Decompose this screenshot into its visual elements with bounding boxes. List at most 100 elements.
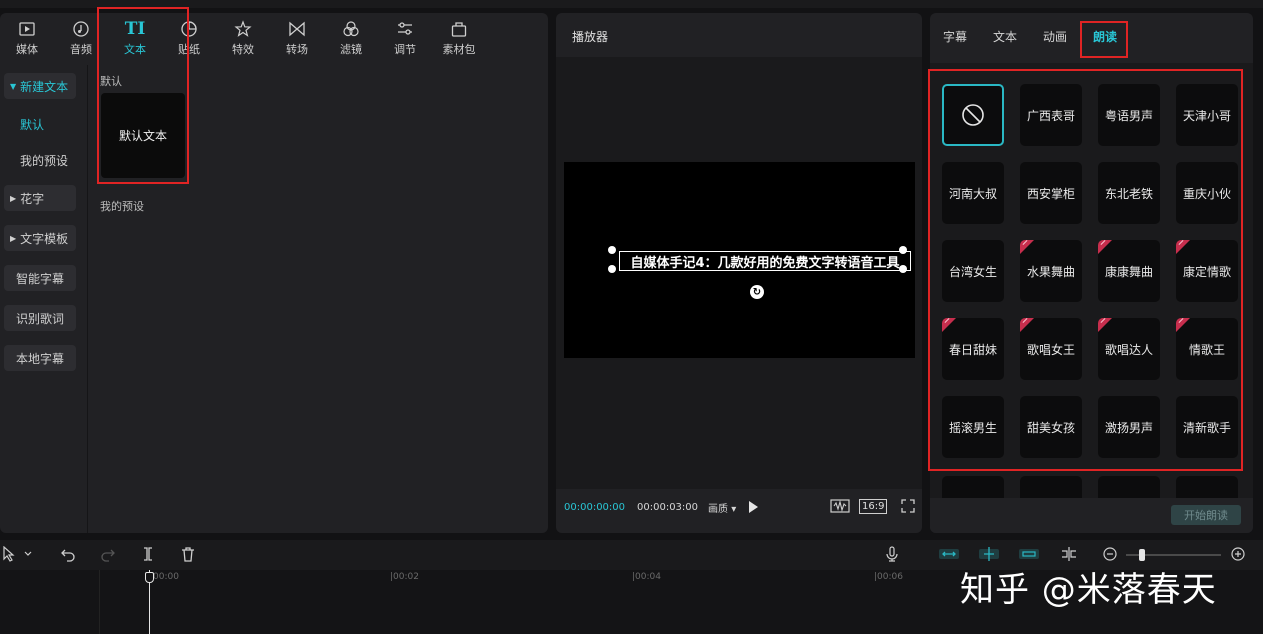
tool-asset-pack-label: 素材包: [442, 42, 476, 56]
voice-card[interactable]: 粤语男声: [1098, 84, 1160, 146]
voice-card[interactable]: 情歌王: [1176, 318, 1238, 380]
voice-card[interactable]: 天津小哥: [1176, 84, 1238, 146]
new-badge-icon: [1176, 240, 1190, 254]
resize-handle[interactable]: [608, 246, 616, 254]
transition-icon: [289, 21, 305, 36]
voice-card[interactable]: 台湾女生: [942, 240, 1004, 302]
player-panel: 播放器 自媒体手记4：几款好用的免费文字转语音工具 ↻ 00:00:00:00 …: [556, 13, 922, 533]
tab-text[interactable]: 文本: [993, 28, 1017, 45]
resize-handle[interactable]: [899, 265, 907, 273]
new-badge-icon: [1176, 318, 1190, 332]
voice-card[interactable]: 广西表哥: [1020, 84, 1082, 146]
split-icon[interactable]: [140, 546, 156, 566]
waveform-icon[interactable]: [830, 498, 850, 517]
select-cursor-icon[interactable]: [2, 545, 32, 566]
default-text-card[interactable]: 默认文本: [101, 93, 185, 178]
resize-handle[interactable]: [608, 265, 616, 273]
delete-icon[interactable]: [180, 546, 196, 566]
voice-card-partial[interactable]: [942, 476, 1004, 498]
tool-audio[interactable]: 音频: [54, 13, 108, 63]
voice-card-label: 东北老铁: [1104, 186, 1153, 201]
voice-card-label: 河南大叔: [948, 186, 997, 201]
fullscreen-icon[interactable]: [901, 499, 915, 516]
tool-transition-label: 转场: [286, 42, 308, 56]
sidebar-item-my-presets[interactable]: 我的预设: [4, 147, 76, 173]
voice-card[interactable]: 东北老铁: [1098, 162, 1160, 224]
voice-card-label: 粤语男声: [1104, 108, 1153, 123]
tool-text[interactable]: TI 文本: [108, 13, 162, 63]
sidebar-item-fancy-text[interactable]: ▶ 花字: [4, 185, 76, 211]
ruler-tick-label: |00:06: [874, 572, 903, 582]
tool-transition[interactable]: 转场: [270, 13, 324, 63]
voice-card[interactable]: 激扬男声: [1098, 396, 1160, 458]
tool-filter[interactable]: 滤镜: [324, 13, 378, 63]
tool-audio-label: 音频: [70, 42, 92, 56]
video-preview[interactable]: 自媒体手记4：几款好用的免费文字转语音工具 ↻: [564, 162, 915, 358]
zoom-in-icon[interactable]: [1230, 546, 1246, 566]
voice-card[interactable]: 歌唱女王: [1020, 318, 1082, 380]
track-header-column: [0, 570, 100, 634]
voice-card-label: 歌唱女王: [1026, 342, 1075, 357]
voice-card[interactable]: 西安掌柜: [1020, 162, 1082, 224]
tool-sticker[interactable]: 贴纸: [162, 13, 216, 63]
voice-card[interactable]: 水果舞曲: [1020, 240, 1082, 302]
sidebar-item-new-text[interactable]: ▼ 新建文本: [4, 73, 76, 99]
voice-card[interactable]: 康定情歌: [1176, 240, 1238, 302]
voice-card[interactable]: 歌唱达人: [1098, 318, 1160, 380]
audio-icon: [73, 20, 89, 37]
tool-media[interactable]: 媒体: [0, 13, 54, 63]
play-button[interactable]: [749, 501, 758, 513]
tool-adjust[interactable]: 调节: [378, 13, 432, 63]
tool-adjust-label: 调节: [394, 42, 416, 56]
text-sidebar: ▼ 新建文本 默认 我的预设 ▶ 花字 ▶ 文字模板 智能字幕 识别歌词 本地字幕: [0, 65, 88, 533]
current-timecode: 00:00:00:00: [564, 501, 626, 513]
caret-down-icon: ▼: [10, 81, 17, 91]
sidebar-item-label: 花字: [20, 191, 45, 206]
resize-handle[interactable]: [899, 246, 907, 254]
main-track-magnet-icon[interactable]: [938, 546, 960, 566]
section-my-presets-label: 我的预设: [100, 200, 144, 213]
sidebar-item-smart-captions[interactable]: 智能字幕: [4, 265, 76, 291]
rotate-handle-icon[interactable]: ↻: [750, 285, 764, 299]
sidebar-item-local-captions[interactable]: 本地字幕: [4, 345, 76, 371]
voice-card[interactable]: 重庆小伙: [1176, 162, 1238, 224]
voice-card[interactable]: 甜美女孩: [1020, 396, 1082, 458]
undo-icon[interactable]: [60, 546, 76, 566]
voice-card[interactable]: 春日甜妹: [942, 318, 1004, 380]
section-default-label: 默认: [100, 75, 122, 88]
tab-read-aloud[interactable]: 朗读: [1093, 28, 1117, 45]
aspect-ratio-button[interactable]: 16:9: [859, 499, 888, 514]
voice-card-label: 激扬男声: [1104, 420, 1153, 435]
caption-text-box[interactable]: 自媒体手记4：几款好用的免费文字转语音工具: [619, 251, 911, 271]
sidebar-item-default[interactable]: 默认: [4, 111, 76, 137]
voice-card-label: 清新歌手: [1182, 420, 1231, 435]
microphone-icon[interactable]: [884, 546, 900, 566]
quality-dropdown[interactable]: 画质 ▾: [708, 500, 736, 515]
property-tabs: 字幕 文本 动画 朗读: [930, 13, 1253, 59]
voice-card[interactable]: 康康舞曲: [1098, 240, 1160, 302]
voice-card-partial[interactable]: [1098, 476, 1160, 498]
sidebar-item-label: 默认: [20, 117, 45, 132]
voice-card-partial[interactable]: [1176, 476, 1238, 498]
start-reading-button[interactable]: 开始朗读: [1171, 505, 1241, 525]
tab-animation[interactable]: 动画: [1043, 28, 1067, 45]
zoom-slider-knob[interactable]: [1139, 549, 1145, 561]
sidebar-item-recognize-lyrics[interactable]: 识别歌词: [4, 305, 76, 331]
player-title: 播放器: [572, 30, 609, 44]
redo-icon[interactable]: [100, 546, 116, 566]
playhead-handle[interactable]: [145, 572, 154, 583]
sidebar-item-text-templates[interactable]: ▶ 文字模板: [4, 225, 76, 251]
voice-card[interactable]: 摇滚男生: [942, 396, 1004, 458]
ruler-tick-label: |00:04: [632, 572, 661, 582]
voice-card-partial[interactable]: [1020, 476, 1082, 498]
tab-captions[interactable]: 字幕: [943, 28, 967, 45]
tool-asset-pack[interactable]: 素材包: [432, 13, 486, 63]
tool-effects[interactable]: 特效: [216, 13, 270, 63]
watermark: 知乎 @米落春天: [960, 570, 1217, 610]
voice-card[interactable]: 河南大叔: [942, 162, 1004, 224]
voice-card[interactable]: 清新歌手: [1176, 396, 1238, 458]
tool-text-label: 文本: [124, 42, 146, 56]
voice-none-card[interactable]: [942, 84, 1004, 146]
caption-text: 自媒体手记4：几款好用的免费文字转语音工具: [630, 255, 900, 271]
voice-card-label: 春日甜妹: [948, 342, 997, 357]
